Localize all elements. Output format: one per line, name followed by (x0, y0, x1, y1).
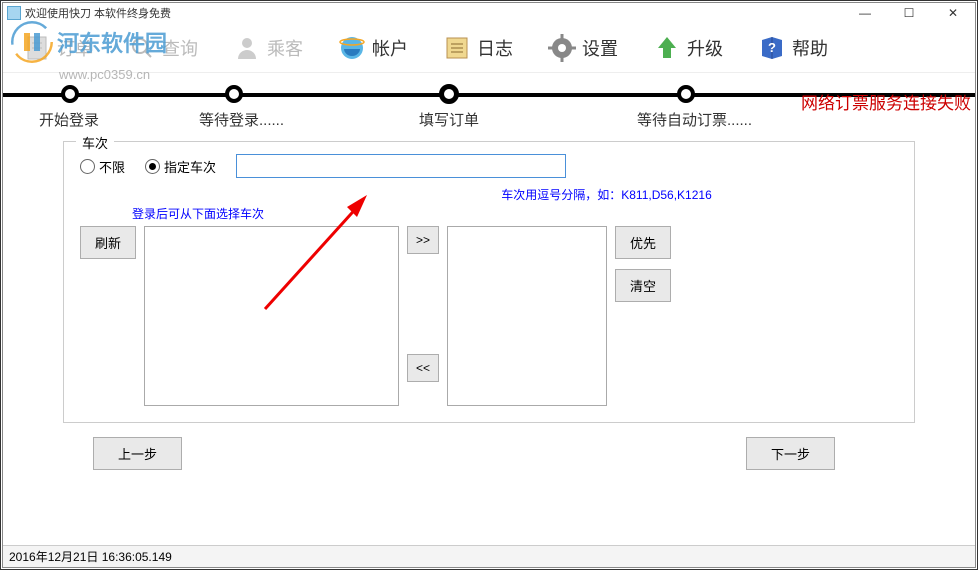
step-node-3 (439, 84, 459, 104)
gear-icon (548, 34, 576, 62)
step-label-3: 填写订单 (419, 109, 479, 130)
radio-specified[interactable]: 指定车次 (145, 157, 216, 176)
window-title: 欢迎使用快刀 本软件终身免费 (25, 5, 171, 21)
minimize-button[interactable]: — (843, 3, 887, 23)
toolbar-settings[interactable]: 设置 (548, 34, 618, 62)
radio-icon (80, 159, 95, 174)
hint-login: 登录后可从下面选择车次 (132, 205, 898, 222)
svg-text:?: ? (768, 40, 776, 55)
toolbar-account[interactable]: 帐户 (338, 34, 408, 62)
app-icon (7, 6, 21, 20)
move-left-button[interactable]: << (407, 354, 439, 382)
statusbar: 2016年12月21日 16:36:05.149 (3, 545, 975, 567)
step-node-1 (61, 85, 79, 103)
step-node-4 (677, 85, 695, 103)
log-icon (443, 34, 471, 62)
prev-button[interactable]: 上一步 (93, 437, 182, 470)
toolbar-passenger[interactable]: 乘客 (233, 34, 303, 62)
toolbar-log[interactable]: 日志 (443, 34, 513, 62)
help-icon: ? (758, 34, 786, 62)
radio-any[interactable]: 不限 (80, 157, 125, 176)
step-status: 网络订票服务连接失败 (801, 89, 971, 114)
available-list[interactable] (144, 226, 399, 406)
train-fieldset: 车次 不限 指定车次 车次用逗号分隔，如：K811,D56,K1216 登录后可… (63, 141, 915, 423)
ie-icon (338, 34, 366, 62)
next-button[interactable]: 下一步 (746, 437, 835, 470)
step-label-1: 开始登录 (39, 109, 99, 130)
step-node-2 (225, 85, 243, 103)
step-label-4: 等待自动订票...... (637, 109, 752, 130)
fieldset-legend: 车次 (76, 133, 114, 152)
stepper: 开始登录 等待登录...... 填写订单 等待自动订票...... 网络订票服务… (3, 81, 975, 131)
person-icon (233, 34, 261, 62)
toolbar-order[interactable]: 订单 (23, 34, 93, 62)
toolbar-upgrade[interactable]: 升级 (653, 34, 723, 62)
search-icon (128, 34, 156, 62)
toolbar-query[interactable]: 查询 (128, 34, 198, 62)
status-time: 2016年12月21日 16:36:05.149 (9, 548, 172, 565)
train-input[interactable] (236, 154, 566, 178)
radio-icon (145, 159, 160, 174)
hint-separator: 车次用逗号分隔，如：K811,D56,K1216 (315, 186, 898, 203)
maximize-button[interactable]: ☐ (887, 3, 931, 23)
toolbar-help[interactable]: ? 帮助 (758, 34, 828, 62)
step-label-2: 等待登录...... (199, 109, 284, 130)
priority-button[interactable]: 优先 (615, 226, 671, 259)
selected-list[interactable] (447, 226, 607, 406)
clear-button[interactable]: 清空 (615, 269, 671, 302)
titlebar: 欢迎使用快刀 本软件终身免费 — ☐ ✕ (3, 3, 975, 23)
toolbar: 订单 查询 乘客 帐户 日志 设置 升级 ? 帮助 (3, 23, 975, 73)
close-button[interactable]: ✕ (931, 3, 975, 23)
move-right-button[interactable]: >> (407, 226, 439, 254)
refresh-button[interactable]: 刷新 (80, 226, 136, 259)
order-icon (23, 34, 51, 62)
upgrade-icon (653, 34, 681, 62)
